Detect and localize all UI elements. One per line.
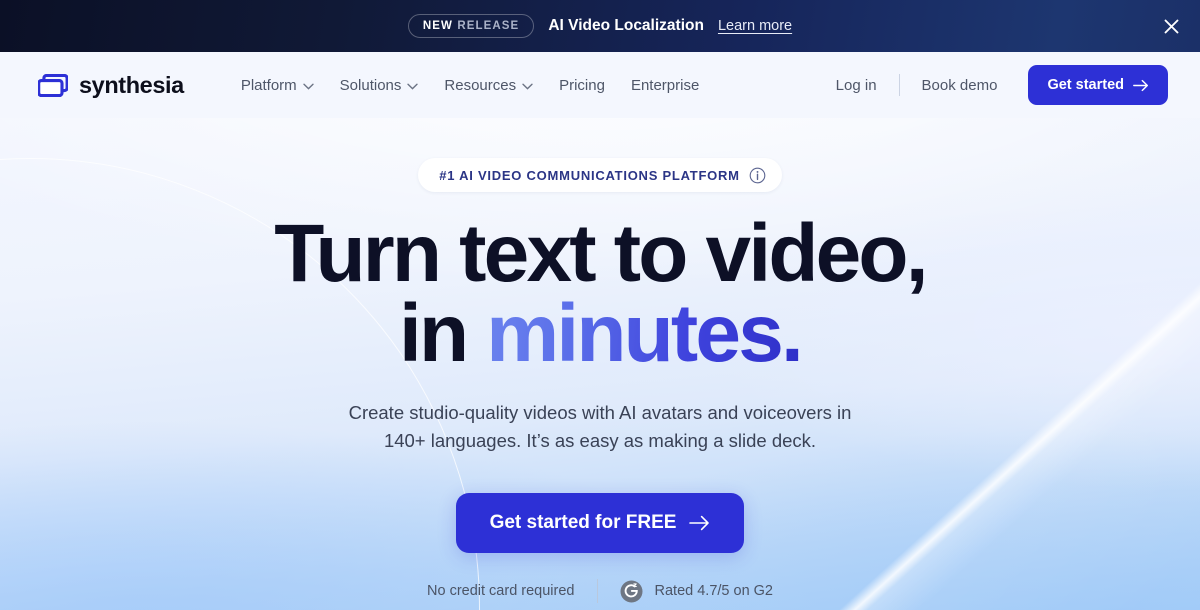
headline-line-1: Turn text to video, bbox=[274, 208, 928, 299]
headline-gradient-part: minutes. bbox=[486, 287, 804, 379]
nav-label: Solutions bbox=[339, 76, 402, 94]
chevron-down-icon bbox=[407, 83, 419, 90]
hero-trust-row: No credit card required Rated 4.7/5 on G… bbox=[427, 579, 774, 604]
hero-eyebrow-label: #1 AI VIDEO COMMUNICATIONS PLATFORM bbox=[439, 168, 740, 183]
hero-headline: Turn text to video, in minutes. bbox=[274, 208, 928, 374]
announcement-banner: NEW RELEASE AI Video Localization Learn … bbox=[0, 0, 1200, 52]
nav-item-enterprise[interactable]: Enterprise bbox=[618, 69, 712, 102]
banner-close-button[interactable] bbox=[1156, 11, 1186, 41]
banner-learn-more-link[interactable]: Learn more bbox=[718, 18, 792, 34]
header-divider bbox=[898, 74, 900, 96]
arrow-right-icon bbox=[689, 516, 710, 531]
nav-label: Platform bbox=[240, 76, 297, 94]
chevron-down-icon bbox=[302, 83, 314, 90]
logo-wordmark: synthesia bbox=[79, 71, 184, 98]
nav-label: Resources bbox=[444, 76, 517, 94]
close-icon bbox=[1164, 19, 1178, 33]
info-icon[interactable] bbox=[749, 167, 766, 184]
nav-label: Enterprise bbox=[630, 76, 700, 94]
nav-item-resources[interactable]: Resources bbox=[431, 69, 546, 102]
logo[interactable]: synthesia bbox=[38, 72, 184, 99]
book-demo-link[interactable]: Book demo bbox=[906, 69, 1014, 102]
synthesia-logo-icon bbox=[38, 73, 68, 97]
nav-label: Pricing bbox=[559, 76, 605, 94]
new-release-dim: RELEASE bbox=[457, 19, 520, 32]
hero-content: #1 AI VIDEO COMMUNICATIONS PLATFORM Turn… bbox=[0, 118, 1200, 604]
subheadline-line-2: 140+ languages. It’s as easy as making a… bbox=[383, 430, 817, 452]
trust-divider bbox=[596, 579, 598, 604]
header-actions: Log in Book demo Get started bbox=[820, 65, 1168, 105]
login-link[interactable]: Log in bbox=[820, 69, 893, 102]
arrow-right-icon bbox=[1133, 79, 1148, 91]
g2-badge-icon bbox=[620, 580, 642, 603]
banner-content: NEW RELEASE AI Video Localization Learn … bbox=[407, 13, 792, 39]
main-nav: Platform Solutions Resources Pricing Ent… bbox=[228, 69, 713, 102]
get-started-button[interactable]: Get started bbox=[1028, 65, 1168, 105]
site-header: synthesia Platform Solutions Resources P… bbox=[0, 52, 1200, 118]
hero-eyebrow-badge[interactable]: #1 AI VIDEO COMMUNICATIONS PLATFORM bbox=[418, 158, 782, 192]
new-release-badge: NEW RELEASE bbox=[407, 13, 535, 39]
chevron-down-icon bbox=[522, 83, 533, 90]
banner-title: AI Video Localization bbox=[548, 17, 704, 34]
subheadline-line-1: Create studio-quality videos with AI ava… bbox=[348, 402, 852, 424]
nav-item-platform[interactable]: Platform bbox=[228, 69, 327, 102]
hero-cta-label: Get started for FREE bbox=[489, 512, 677, 534]
hero-subheadline: Create studio-quality videos with AI ava… bbox=[349, 399, 852, 455]
nav-item-solutions[interactable]: Solutions bbox=[327, 69, 432, 102]
headline-line-2: in minutes. bbox=[274, 292, 925, 374]
g2-rating-group: Rated 4.7/5 on G2 bbox=[620, 580, 774, 603]
headline-plain-part: in bbox=[398, 287, 487, 379]
no-credit-card-text: No credit card required bbox=[427, 583, 575, 600]
nav-item-pricing[interactable]: Pricing bbox=[546, 69, 618, 102]
g2-rating-text: Rated 4.7/5 on G2 bbox=[654, 583, 774, 600]
new-release-strong: NEW bbox=[422, 19, 454, 32]
get-started-label: Get started bbox=[1047, 77, 1124, 93]
page-root: NEW RELEASE AI Video Localization Learn … bbox=[0, 0, 1200, 610]
hero-cta-button[interactable]: Get started for FREE bbox=[455, 493, 745, 554]
hero-section: #1 AI VIDEO COMMUNICATIONS PLATFORM Turn… bbox=[0, 118, 1200, 610]
